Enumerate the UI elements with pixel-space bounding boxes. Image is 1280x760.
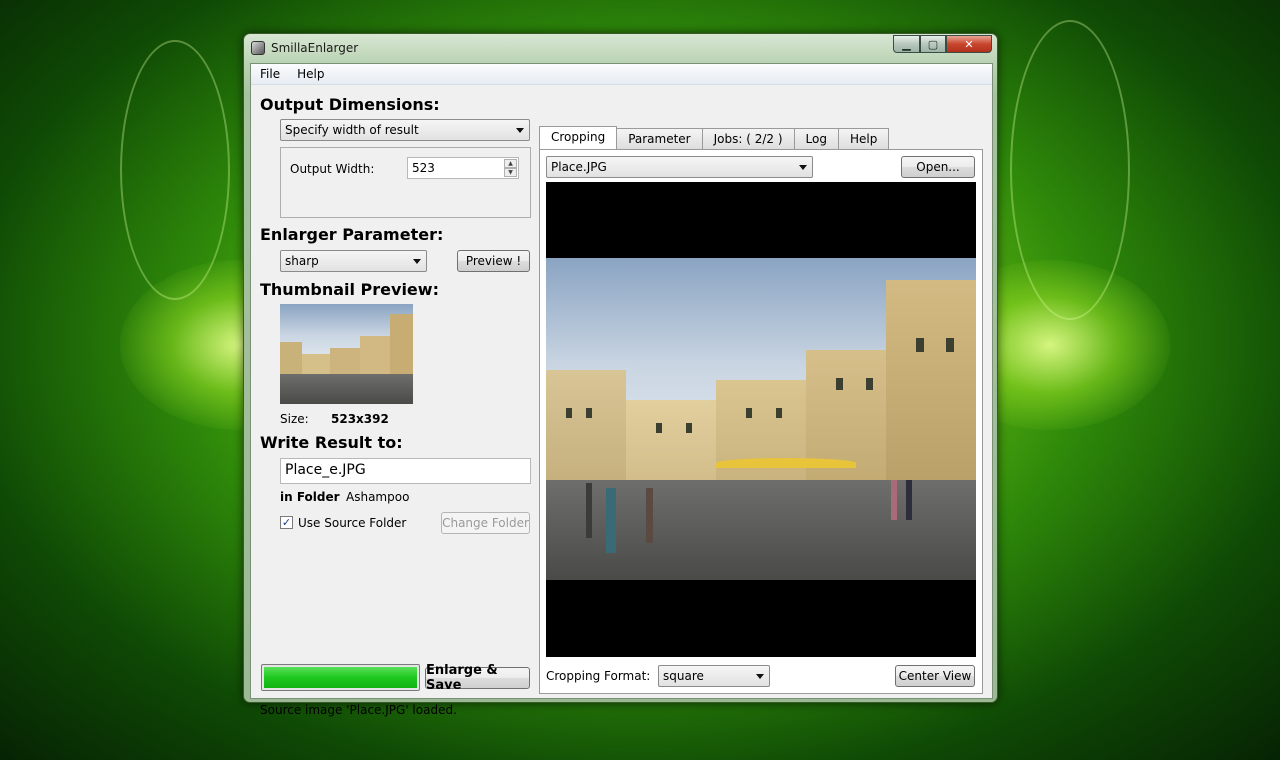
tab-cropping[interactable]: Cropping <box>539 126 618 149</box>
window-controls: ▁ ▢ ✕ <box>893 35 992 53</box>
chevron-down-icon <box>516 128 524 133</box>
enlarger-parameter-heading: Enlarger Parameter: <box>260 225 444 244</box>
crop-viewer[interactable] <box>546 182 976 657</box>
title-bar[interactable]: SmillaEnlarger ▁ ▢ ✕ <box>244 34 997 62</box>
enlarge-save-button[interactable]: Enlarge & Save <box>425 663 530 693</box>
tab-help[interactable]: Help <box>837 128 890 149</box>
window-title: SmillaEnlarger <box>271 41 359 55</box>
progress-bar <box>261 664 420 691</box>
output-width-value: 523 <box>412 161 435 175</box>
thumbnail-image <box>280 304 413 404</box>
close-button[interactable]: ✕ <box>946 35 992 53</box>
write-result-heading: Write Result to: <box>260 433 403 452</box>
spinner-arrows[interactable]: ▲ ▼ <box>504 159 517 177</box>
menu-bar: File Help <box>251 64 992 85</box>
chevron-down-icon <box>799 165 807 170</box>
minimize-button[interactable]: ▁ <box>893 35 920 53</box>
tab-jobs[interactable]: Jobs: ( 2/2 ) <box>701 128 795 149</box>
desktop-swirl <box>1010 20 1130 320</box>
cropping-format-value: square <box>663 669 704 683</box>
enlarger-preset-value: sharp <box>285 254 319 268</box>
maximize-icon: ▢ <box>927 37 939 51</box>
maximize-button[interactable]: ▢ <box>920 35 946 53</box>
use-source-folder-label: Use Source Folder <box>298 516 407 530</box>
tab-bar: Cropping Parameter Jobs: ( 2/2 ) Log Hel… <box>539 126 890 149</box>
menu-file[interactable]: File <box>251 64 288 84</box>
desktop-swirl <box>120 40 230 300</box>
progress-fill <box>264 667 417 688</box>
center-view-button[interactable]: Center View <box>895 665 975 687</box>
cropping-panel: Place.JPG Open... Cropping Format: squar… <box>539 149 983 694</box>
status-text: Source image 'Place.JPG' loaded. <box>260 703 457 717</box>
source-file-value: Place.JPG <box>551 160 607 174</box>
source-file-select[interactable]: Place.JPG <box>546 156 813 178</box>
use-source-folder-checkbox[interactable]: ✓ <box>280 516 293 529</box>
close-icon: ✕ <box>964 37 974 51</box>
app-icon <box>251 41 265 55</box>
change-folder-button[interactable]: Change Folder <box>441 512 530 534</box>
menu-help[interactable]: Help <box>288 64 332 84</box>
source-photo <box>546 258 976 580</box>
result-filename-value: Place_e.JPG <box>285 462 366 478</box>
output-width-label: Output Width: <box>290 162 375 176</box>
size-value: 523x392 <box>331 412 389 426</box>
preview-button[interactable]: Preview ! <box>457 250 530 272</box>
spinner-up-icon[interactable]: ▲ <box>504 159 517 168</box>
checkmark-icon: ✓ <box>281 516 292 529</box>
thumbnail-preview-heading: Thumbnail Preview: <box>260 280 439 299</box>
tab-log[interactable]: Log <box>793 128 839 149</box>
in-folder-label: in Folder <box>280 490 340 504</box>
app-window: SmillaEnlarger ▁ ▢ ✕ File Help Output Di… <box>243 33 998 717</box>
result-filename-input[interactable]: Place_e.JPG <box>280 458 531 484</box>
output-width-spinner[interactable]: 523 ▲ ▼ <box>407 157 519 179</box>
dimension-mode-value: Specify width of result <box>285 123 419 137</box>
chevron-down-icon <box>413 259 421 264</box>
window-client-area: File Help Output Dimensions: Specify wid… <box>250 63 993 717</box>
cropping-format-select[interactable]: square <box>658 665 770 687</box>
chevron-down-icon <box>756 674 764 679</box>
dimension-mode-select[interactable]: Specify width of result <box>280 119 530 141</box>
cropping-format-label: Cropping Format: <box>546 669 651 683</box>
enlarger-preset-select[interactable]: sharp <box>280 250 427 272</box>
minimize-icon: ▁ <box>902 37 911 51</box>
open-button[interactable]: Open... <box>901 156 975 178</box>
size-label: Size: <box>280 412 309 426</box>
spinner-down-icon[interactable]: ▼ <box>504 168 517 177</box>
output-dimensions-box: Output Width: 523 ▲ ▼ <box>280 147 531 218</box>
output-dimensions-heading: Output Dimensions: <box>260 95 440 114</box>
folder-name: Ashampoo <box>346 490 410 504</box>
tab-parameter[interactable]: Parameter <box>616 128 703 149</box>
